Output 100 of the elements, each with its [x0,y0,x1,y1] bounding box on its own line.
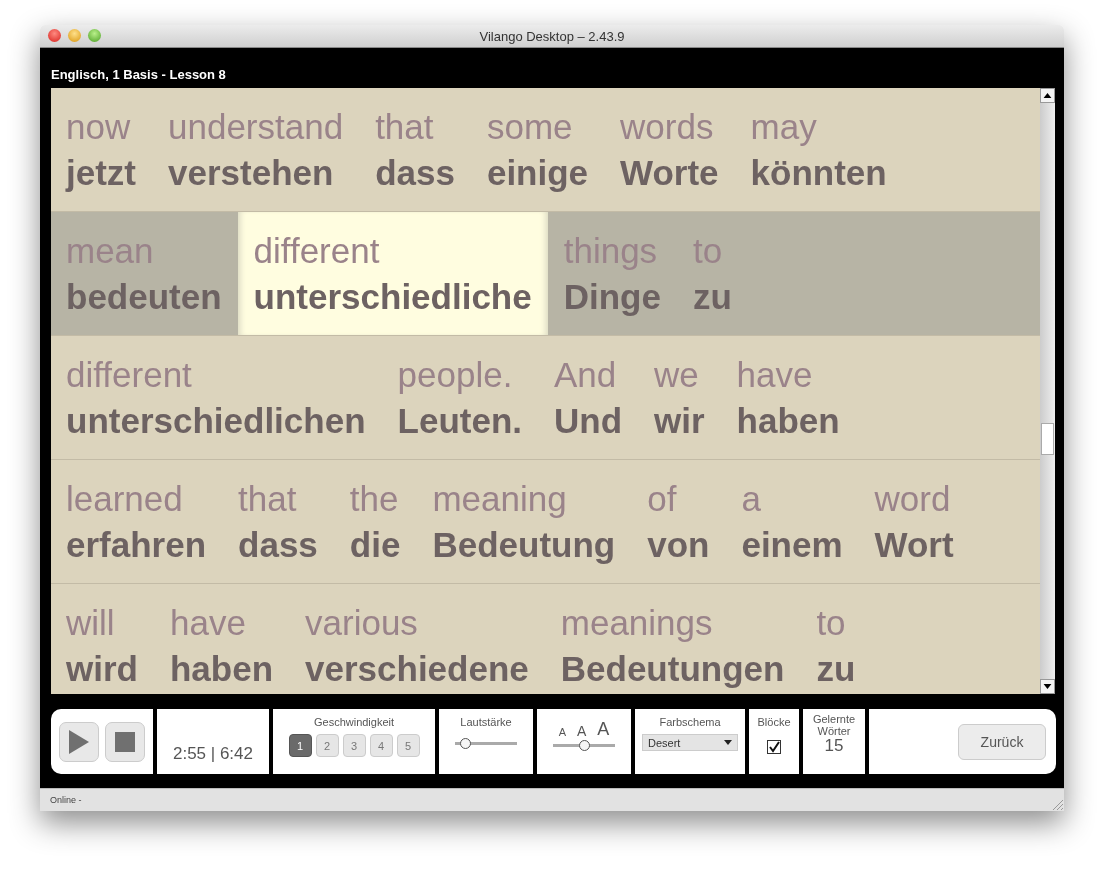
speed-option[interactable]: 4 [369,734,393,757]
word-pair[interactable]: to zu [800,584,872,694]
source-word: now [66,105,132,148]
translated-word: verstehen [168,151,335,194]
word-pair[interactable]: word Wort [858,460,970,583]
translated-word: zu [692,275,732,318]
play-icon [69,729,89,754]
translated-word: dass [375,151,455,194]
source-word: to [816,601,847,644]
source-word: And [554,353,618,396]
back-button[interactable]: Zurück [958,723,1046,760]
source-word: may [750,105,818,148]
speed-label: Geschwindigkeit [313,716,395,728]
source-word: different [253,229,381,272]
translated-word: jetzt [66,151,136,194]
translated-word: einem [741,523,843,566]
translated-word: haben [736,399,840,442]
word-pair[interactable]: some einige [470,88,605,211]
translated-word: erfahren [66,523,207,566]
word-pair[interactable]: we wir [638,336,721,459]
speed-option[interactable]: 5 [396,734,420,757]
close-icon[interactable] [48,29,61,42]
source-word: some [486,105,574,148]
translated-word: die [349,523,401,566]
source-word: we [654,353,700,396]
source-word: word [874,477,952,520]
speed-option[interactable]: 1 [288,734,312,757]
playback-time: 2:55 | 6:42 [172,744,253,764]
source-word: a [741,477,762,520]
word-pair[interactable]: different unterschiedlichen [51,336,382,459]
translated-word: Worte [620,151,719,194]
stop-icon [115,731,135,752]
source-word: will [66,601,116,644]
translated-word: unterschiedlichen [66,399,366,442]
translated-word: bedeuten [66,275,222,318]
word-pair[interactable]: words Worte [604,88,735,211]
translated-word: Und [554,399,623,442]
word-pair[interactable]: And Und [538,336,639,459]
learned-words-count: 15 [824,737,844,755]
word-pair[interactable]: meanings Bedeutungen [544,584,801,694]
translated-word: Dinge [563,275,661,318]
translated-word: haben [169,647,274,690]
stop-button[interactable] [105,721,145,762]
translated-word: unterschiedliche [253,275,532,318]
word-pair[interactable]: a einem [725,460,859,583]
word-pair[interactable]: will wird [51,584,154,694]
play-button[interactable] [59,721,99,762]
word-pair[interactable]: people. Leuten. [381,336,538,459]
scroll-thumb[interactable] [1041,423,1054,455]
color-scheme-label: Farbschema [659,716,721,728]
translated-word: Bedeutung [432,523,616,566]
scroll-up-icon[interactable] [1040,88,1055,103]
source-word: that [375,105,435,148]
source-word: people. [397,353,514,396]
word-pair[interactable]: understand verstehen [152,88,360,211]
word-pair[interactable]: various verschiedene [289,584,545,694]
translated-word: verschiedene [305,647,529,690]
source-word: meanings [560,601,714,644]
volume-label: Lautstärke [460,716,512,728]
source-word: have [169,601,247,644]
lesson-title: Englisch, 1 Basis - Lesson 8 [51,66,227,84]
translated-word: Wort [874,523,954,566]
source-word: learned [66,477,184,520]
source-word: different [66,353,193,396]
translated-word: einige [486,151,589,194]
status-text: Online - [50,795,82,805]
font-size-label: A [577,724,587,738]
caret-icon [724,740,732,745]
translated-word: von [647,523,710,566]
scrollbar[interactable] [1040,88,1055,694]
blocks-checkbox[interactable] [767,740,781,754]
source-word: have [736,353,814,396]
learned-words-label: Gelernte Wörter [811,713,857,737]
word-pair[interactable]: have haben [720,336,856,459]
word-pair[interactable]: have haben [153,584,290,694]
word-pair[interactable]: the die [333,460,417,583]
translated-word: zu [816,647,856,690]
scroll-down-icon[interactable] [1040,679,1055,694]
word-pair[interactable]: that dass [359,88,471,211]
word-pair[interactable]: now jetzt [51,88,152,211]
slider-thumb[interactable] [460,738,472,749]
speed-option[interactable]: 3 [342,734,366,757]
color-scheme-dropdown[interactable]: Desert [642,734,738,751]
word-pair[interactable]: different unterschiedliche [237,212,548,335]
source-word: of [647,477,678,520]
font-size-label: A [597,720,610,738]
speed-option[interactable]: 2 [315,734,339,757]
translated-word: könnten [750,151,887,194]
source-word: understand [168,105,344,148]
translated-word: dass [238,523,318,566]
word-pair[interactable]: of von [631,460,726,583]
word-pair[interactable]: that dass [222,460,334,583]
source-word: that [238,477,298,520]
word-pair[interactable]: may könnten [734,88,903,211]
word-pair[interactable]: meaning Bedeutung [416,460,632,583]
resize-grip-icon[interactable] [1052,799,1064,811]
translated-word: Bedeutungen [560,647,785,690]
source-word: words [620,105,715,148]
word-pair[interactable]: learned erfahren [51,460,223,583]
slider-thumb[interactable] [578,740,590,751]
